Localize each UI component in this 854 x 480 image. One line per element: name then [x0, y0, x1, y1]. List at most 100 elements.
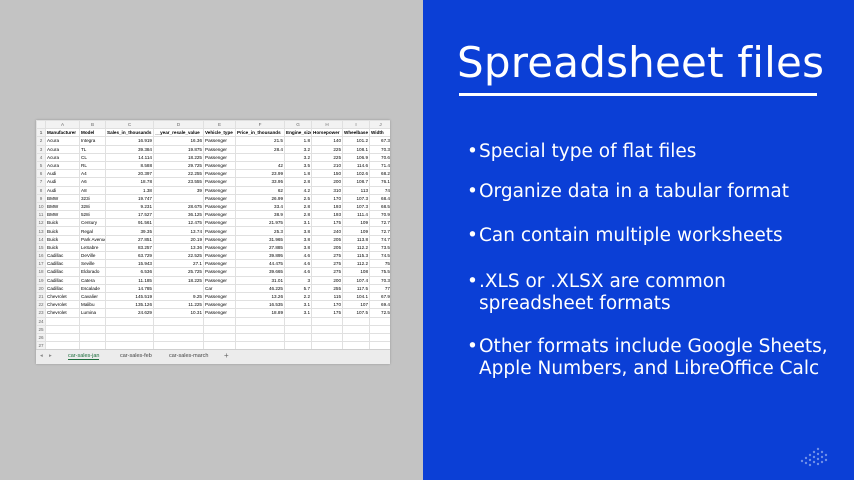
- row-number[interactable]: 24: [36, 316, 46, 326]
- sheet-tab-march[interactable]: car-sales-march: [169, 353, 208, 359]
- table-cell[interactable]: 73.5: [369, 242, 390, 253]
- table-cell[interactable]: Century: [79, 218, 106, 228]
- row-number[interactable]: 18: [36, 267, 46, 277]
- table-cell[interactable]: Acura: [45, 136, 80, 146]
- table-cell[interactable]: 70.9: [369, 210, 390, 220]
- table-cell[interactable]: 18.225: [153, 275, 204, 285]
- table-cell[interactable]: 112.2: [342, 242, 370, 253]
- table-cell[interactable]: [311, 316, 343, 326]
- table-cell[interactable]: 72.7: [369, 226, 390, 236]
- table-cell[interactable]: Cadillac: [45, 259, 80, 269]
- table-cell[interactable]: 67.9: [369, 291, 390, 302]
- table-cell[interactable]: 39.665: [235, 267, 285, 277]
- table-cell[interactable]: 328i: [79, 201, 106, 212]
- table-cell[interactable]: Passenger: [203, 267, 236, 277]
- table-cell[interactable]: Catera: [79, 275, 106, 285]
- table-cell[interactable]: 25.725: [153, 267, 204, 277]
- table-cell[interactable]: Escalade: [79, 283, 106, 293]
- column-header-cell[interactable]: Manufacturer: [45, 128, 80, 138]
- table-cell[interactable]: Buick: [45, 242, 80, 253]
- row-number[interactable]: 11: [36, 210, 46, 220]
- table-cell[interactable]: Audi: [45, 177, 80, 187]
- table-cell[interactable]: 23.99: [235, 169, 285, 179]
- table-cell[interactable]: Passenger: [203, 300, 236, 310]
- table-cell[interactable]: 104.1: [342, 291, 370, 302]
- row-number[interactable]: 15: [36, 242, 46, 253]
- table-cell[interactable]: 4.6: [284, 259, 312, 269]
- column-letter[interactable]: D: [153, 120, 204, 130]
- table-cell[interactable]: 112.2: [342, 259, 370, 269]
- table-cell[interactable]: 62: [235, 185, 285, 195]
- table-cell[interactable]: 3.1: [284, 308, 312, 318]
- table-cell[interactable]: Passenger: [203, 193, 236, 203]
- table-cell[interactable]: 67.3: [369, 136, 390, 146]
- table-cell[interactable]: 18.225: [153, 152, 204, 162]
- table-cell[interactable]: 69.4: [369, 300, 390, 310]
- table-cell[interactable]: 107.5: [342, 308, 370, 318]
- table-cell[interactable]: Passenger: [203, 275, 236, 285]
- table-cell[interactable]: 70.6: [369, 152, 390, 162]
- table-cell[interactable]: 4.6: [284, 267, 312, 277]
- column-header-cell[interactable]: Model: [79, 128, 106, 138]
- table-cell[interactable]: 44.475: [235, 259, 285, 269]
- table-cell[interactable]: 115: [311, 291, 343, 302]
- table-cell[interactable]: 14.785: [105, 283, 154, 293]
- row-number[interactable]: 8: [36, 185, 46, 195]
- sheet-tab-feb[interactable]: car-sales-feb: [120, 353, 152, 359]
- table-cell[interactable]: 225: [311, 152, 343, 162]
- table-cell[interactable]: Cadillac: [45, 267, 80, 277]
- table-cell[interactable]: 68.5: [369, 201, 390, 212]
- column-header-cell[interactable]: Price_in_thousands: [235, 128, 285, 138]
- table-cell[interactable]: 200: [311, 177, 343, 187]
- table-cell[interactable]: 2.5: [284, 193, 312, 203]
- sheet-tab-jan[interactable]: car-sales-jan: [68, 353, 100, 360]
- table-cell[interactable]: Chevrolet: [45, 291, 80, 302]
- table-cell[interactable]: 108.7: [342, 177, 370, 187]
- table-cell[interactable]: [45, 316, 80, 326]
- table-cell[interactable]: 72.7: [369, 218, 390, 228]
- table-cell[interactable]: 71.4: [369, 160, 390, 171]
- table-cell[interactable]: Cadillac: [45, 283, 80, 293]
- table-cell[interactable]: 240: [311, 226, 343, 236]
- table-cell[interactable]: [235, 152, 285, 162]
- column-letter[interactable]: F: [235, 120, 285, 130]
- table-cell[interactable]: 27.885: [235, 242, 285, 253]
- table-cell[interactable]: 1.38: [105, 185, 154, 195]
- table-cell[interactable]: Audi: [45, 169, 80, 179]
- table-cell[interactable]: 24.629: [105, 308, 154, 318]
- next-sheet-icon[interactable]: ▸: [49, 353, 52, 359]
- table-cell[interactable]: Integra: [79, 136, 106, 146]
- table-cell[interactable]: 39: [153, 185, 204, 195]
- table-cell[interactable]: 205: [311, 242, 343, 253]
- table-cell[interactable]: TL: [79, 144, 106, 154]
- table-cell[interactable]: 16.36: [153, 136, 204, 146]
- table-cell[interactable]: 102.6: [342, 169, 370, 179]
- table-cell[interactable]: 3.8: [284, 234, 312, 244]
- table-cell[interactable]: 1.8: [284, 136, 312, 146]
- column-header-cell[interactable]: Width: [369, 128, 390, 138]
- table-cell[interactable]: 75.5: [369, 267, 390, 277]
- column-letter[interactable]: J: [369, 120, 390, 130]
- row-number[interactable]: 1: [36, 128, 46, 138]
- table-cell[interactable]: Acura: [45, 160, 80, 171]
- table-cell[interactable]: BMW: [45, 210, 80, 220]
- table-cell[interactable]: 39.384: [105, 144, 154, 154]
- table-cell[interactable]: 5.7: [284, 283, 312, 293]
- table-cell[interactable]: Park Avenue: [79, 234, 106, 244]
- table-cell[interactable]: [203, 324, 236, 334]
- column-letter[interactable]: G: [284, 120, 312, 130]
- table-cell[interactable]: [369, 316, 390, 326]
- table-cell[interactable]: RL: [79, 160, 106, 171]
- table-cell[interactable]: 205: [311, 234, 343, 244]
- table-cell[interactable]: 33.95: [235, 177, 285, 187]
- table-cell[interactable]: [311, 332, 343, 343]
- row-number[interactable]: 22: [36, 300, 46, 310]
- table-cell[interactable]: 33.4: [235, 201, 285, 212]
- table-cell[interactable]: 68.2: [369, 169, 390, 179]
- table-cell[interactable]: 200: [311, 275, 343, 285]
- column-letter[interactable]: E: [203, 120, 236, 130]
- table-cell[interactable]: Passenger: [203, 185, 236, 195]
- table-cell[interactable]: [79, 324, 106, 334]
- table-cell[interactable]: 3.8: [284, 242, 312, 253]
- table-cell[interactable]: Passenger: [203, 234, 236, 244]
